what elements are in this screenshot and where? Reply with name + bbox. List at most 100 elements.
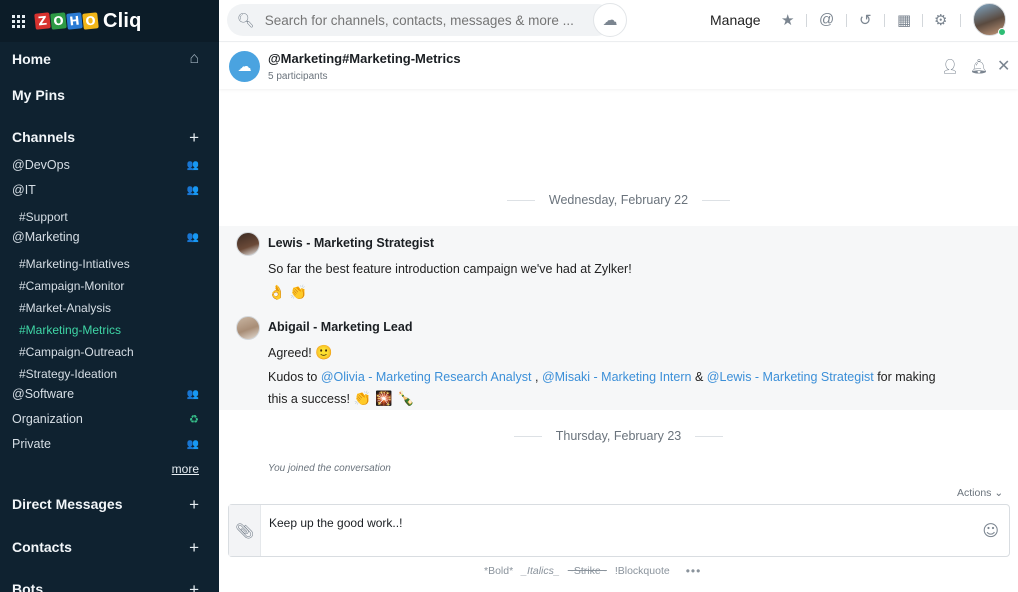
sidebar-section-contacts[interactable]: Contacts + (0, 538, 219, 556)
zoho-cliq-logo: Z O H O Cliq (34, 9, 142, 33)
sidebar-item-campaign-outreach[interactable]: #Campaign-Outreach (0, 344, 219, 360)
message-reactions: 👌 👏 (268, 285, 308, 301)
emoji-picker-icon[interactable]: ☺ (982, 521, 999, 540)
direct-messages-title: Direct Messages (12, 496, 123, 512)
channel-label: @Software (12, 387, 75, 401)
format-hints: *Bold* _Italics_ ~Strike~ !Blockquote ••… (484, 564, 701, 578)
sidebar-item-marketing[interactable]: @Marketing 👥 (0, 229, 219, 245)
sidebar-item-market-analysis[interactable]: #Market-Analysis (0, 300, 219, 316)
sidebar-item-pins[interactable]: My Pins (0, 86, 219, 104)
bold-hint[interactable]: *Bold* (484, 565, 513, 577)
message-composer[interactable]: 📎︎ Keep up the good work..! ☺ (228, 504, 1010, 557)
add-contact-icon[interactable]: + (189, 539, 199, 556)
message-line: this a success! 👏 🎇 🍾 (268, 388, 415, 410)
sidebar-item-organization[interactable]: Organization ♻ (0, 411, 219, 427)
avatar[interactable] (236, 316, 260, 340)
home-label: Home (12, 51, 51, 67)
message-abigail[interactable]: Abigail - Marketing Lead Agreed! 🙂 Kudos… (219, 308, 1018, 410)
mentions-icon[interactable]: @ (819, 11, 834, 28)
divider (884, 14, 885, 27)
presence-indicator (998, 28, 1006, 36)
channel-label: @IT (12, 183, 36, 197)
sidebar-item-marketing-metrics[interactable]: #Marketing-Metrics (0, 322, 219, 338)
sidebar-item-home[interactable]: Home ⌂ (0, 50, 219, 68)
search-bot-icon[interactable]: ☁ (593, 3, 627, 37)
sidebar-item-marketing-intiatives[interactable]: #Marketing-Intiatives (0, 256, 219, 272)
search-box[interactable]: 🔍︎ (227, 4, 613, 36)
add-bot-icon[interactable]: + (189, 581, 199, 592)
channel-label: @DevOps (12, 158, 70, 172)
divider (922, 14, 923, 27)
product-name: Cliq (103, 9, 142, 32)
close-icon[interactable]: ✕ (997, 56, 1010, 76)
home-icon: ⌂ (189, 50, 199, 67)
composer-input[interactable]: Keep up the good work..! (269, 516, 402, 530)
group-icon: 👥 (186, 438, 199, 450)
channel-label: Private (12, 437, 51, 451)
message-text: for making (877, 370, 936, 384)
channel-avatar[interactable]: ☁ (229, 51, 260, 82)
date-label: Wednesday, February 22 (548, 193, 689, 207)
message-text: Agreed! (268, 346, 312, 360)
sidebar-item-private[interactable]: Private 👥 (0, 436, 219, 452)
gear-icon[interactable]: ⚙ (934, 11, 947, 29)
search-input[interactable] (264, 12, 585, 28)
participants-count[interactable]: 5 participants (268, 71, 327, 82)
strike-hint[interactable]: ~Strike~ (568, 565, 607, 577)
more-channels-link[interactable]: more (172, 462, 199, 476)
add-direct-message-icon[interactable]: + (189, 496, 199, 513)
channel-label: #Strategy-Ideation (19, 367, 118, 381)
sidebar-item-campaign-monitor[interactable]: #Campaign-Monitor (0, 278, 219, 294)
message-text: & (694, 370, 704, 384)
logo-letter: H (66, 12, 83, 30)
date-label: Thursday, February 23 (555, 429, 682, 443)
mention-link[interactable]: @Lewis - Marketing Strategist (707, 370, 874, 384)
channel-label: Organization (12, 412, 83, 426)
channels-title: Channels (12, 129, 76, 145)
org-icon: ♻ (189, 413, 199, 426)
more-options-icon[interactable]: ••• (686, 564, 702, 578)
actions-dropdown[interactable]: Actions ⌄ (957, 487, 1003, 499)
italic-hint[interactable]: _Italics_ (521, 565, 560, 577)
sidebar-item-strategy-ideation[interactable]: #Strategy-Ideation (0, 366, 219, 382)
channel-label: #Marketing-Intiatives (19, 257, 130, 271)
sidebar-section-direct-messages[interactable]: Direct Messages + (0, 495, 219, 513)
channel-label: #Market-Analysis (19, 301, 112, 315)
attachment-icon[interactable]: 📎︎ (229, 505, 261, 556)
brand-bar: Z O H O Cliq (0, 0, 219, 42)
message-lewis[interactable]: Lewis - Marketing Strategist So far the … (219, 226, 1018, 308)
channel-header: ☁ @Marketing#Marketing-Metrics 5 partici… (219, 43, 1018, 89)
sidebar-section-bots[interactable]: Bots + (0, 580, 219, 592)
mention-link[interactable]: @Misaki - Marketing Intern (542, 370, 692, 384)
channel-label: @Marketing (12, 230, 80, 244)
date-separator: Wednesday, February 22 (219, 193, 1018, 207)
sidebar-item-it[interactable]: @IT 👥 (0, 182, 219, 198)
channel-label: #Campaign-Outreach (19, 345, 134, 359)
sidebar-item-devops[interactable]: @DevOps 👥 (0, 157, 219, 173)
manage-button[interactable]: Manage (710, 12, 761, 28)
sidebar-item-support[interactable]: #Support (0, 209, 219, 225)
channel-label: #Campaign-Monitor (19, 279, 125, 293)
history-icon[interactable]: ↺ (859, 11, 872, 29)
add-channel-icon[interactable]: + (189, 129, 199, 146)
group-icon: 👥 (186, 159, 199, 171)
sidebar-item-software[interactable]: @Software 👥 (0, 386, 219, 402)
app-grid-icon[interactable] (12, 14, 25, 28)
blockquote-hint[interactable]: !Blockquote (615, 565, 670, 577)
sidebar-section-channels[interactable]: Channels + (0, 128, 219, 146)
channel-title[interactable]: @Marketing#Marketing-Metrics (268, 51, 461, 66)
contacts-title: Contacts (12, 539, 72, 555)
avatar[interactable] (236, 232, 260, 256)
bell-icon[interactable]: 🔔︎ (970, 58, 988, 75)
logo-letter: O (50, 12, 67, 30)
divider (960, 14, 961, 27)
message-author[interactable]: Abigail - Marketing Lead (268, 320, 412, 334)
logo-letter: Z (34, 12, 51, 30)
add-participant-icon[interactable]: 👤︎ (941, 58, 959, 75)
message-line: Agreed! 🙂 (268, 342, 333, 364)
star-icon[interactable]: ★ (781, 11, 794, 29)
message-author[interactable]: Lewis - Marketing Strategist (268, 236, 434, 250)
calendar-icon[interactable]: ▦ (897, 11, 911, 29)
mention-link[interactable]: @Olivia - Marketing Research Analyst (321, 370, 532, 384)
message-line: Kudos to @Olivia - Marketing Research An… (268, 370, 936, 384)
